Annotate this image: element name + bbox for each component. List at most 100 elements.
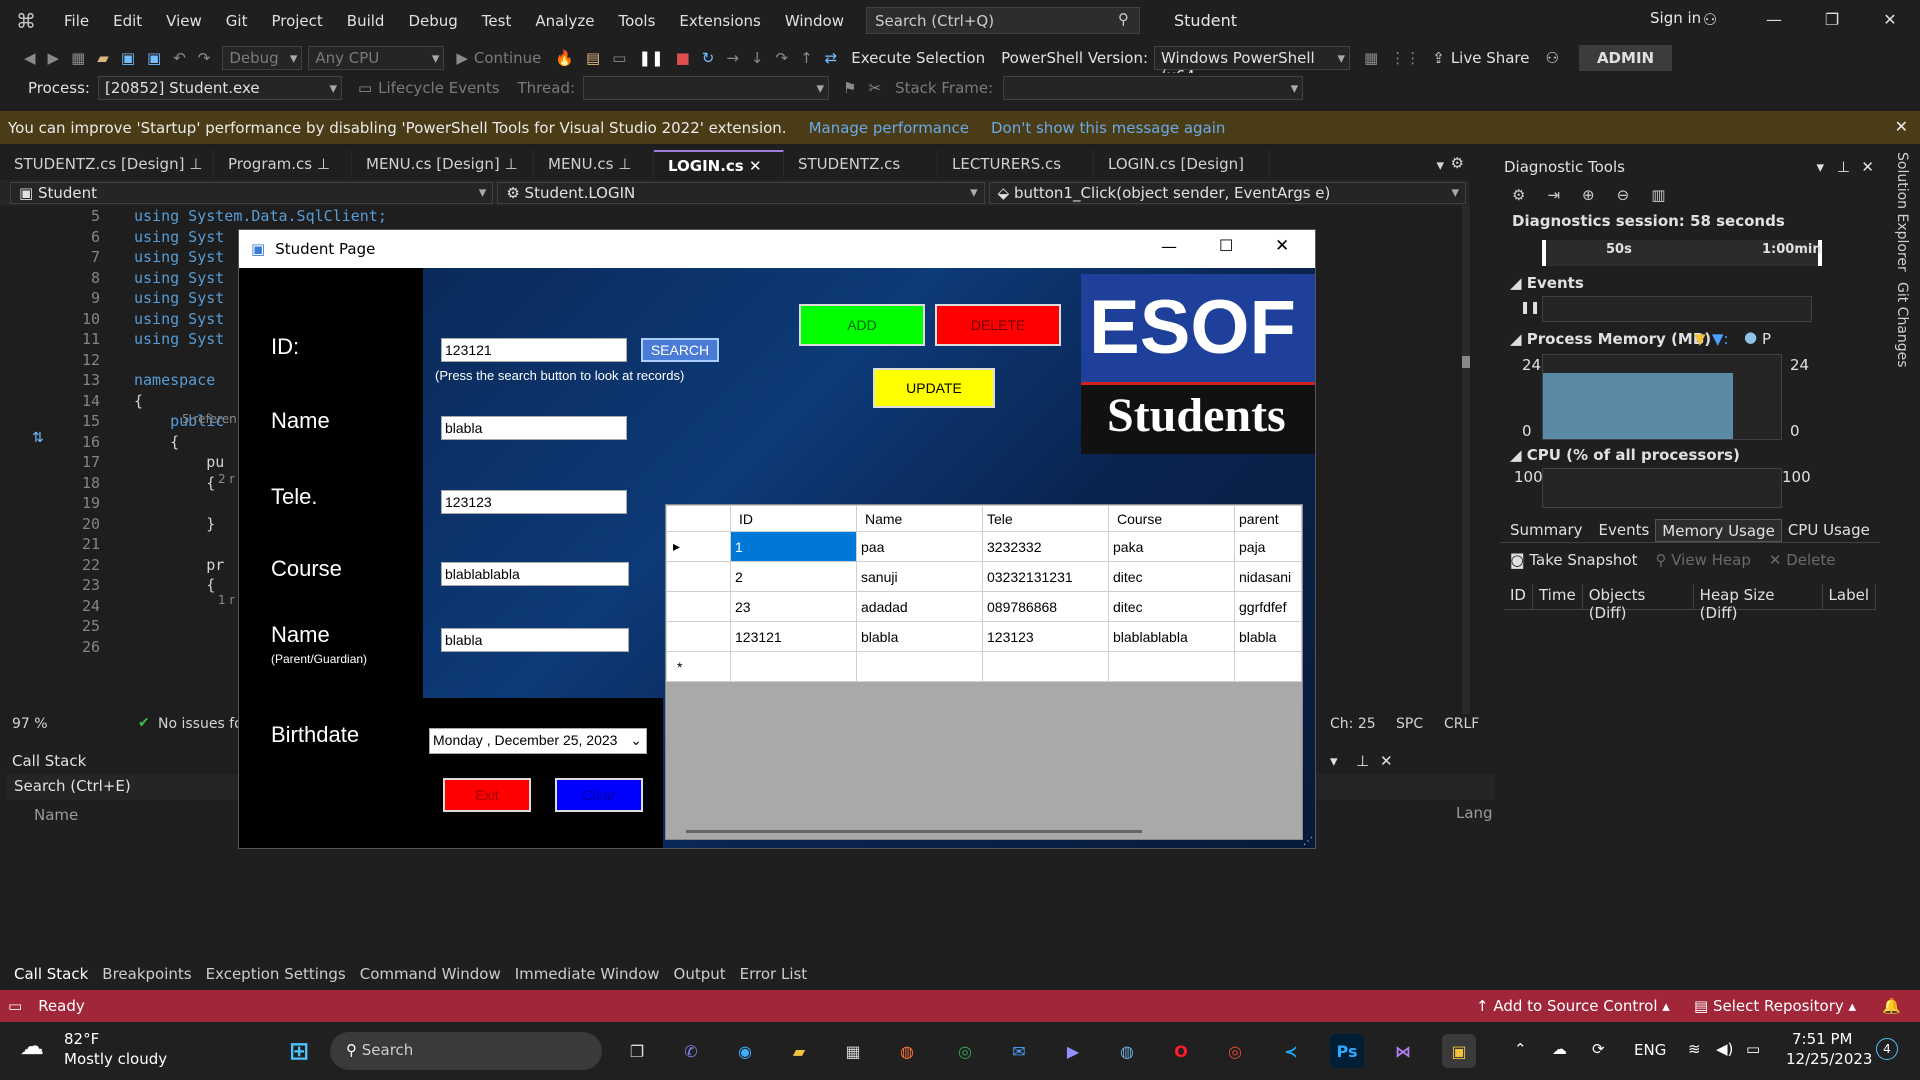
new-project-icon[interactable]: ▦ xyxy=(71,49,85,67)
menu-git[interactable]: Git xyxy=(214,12,260,30)
table-row[interactable]: 123121 blabla 123123 blablablabla blabla xyxy=(666,621,1302,652)
table-row[interactable]: 2 sanuji 03232131231 ditec nidasani xyxy=(666,561,1302,592)
clear-button[interactable]: Clear xyxy=(555,778,643,812)
wifi-icon[interactable]: ≋ xyxy=(1688,1040,1701,1058)
redo-icon[interactable]: ↷ xyxy=(198,49,211,67)
col-header-parent[interactable]: parent xyxy=(1234,505,1302,532)
account-icon[interactable]: ⚇ xyxy=(1690,10,1730,29)
cell[interactable] xyxy=(730,651,857,682)
cell[interactable] xyxy=(1108,651,1235,682)
tab-login[interactable]: LOGIN.cs ✕ xyxy=(654,150,784,178)
menu-view[interactable]: View xyxy=(154,12,214,30)
name-input[interactable] xyxy=(441,416,627,440)
records-grid[interactable]: ID Name Tele Course parent ▸ 1 paa 32323… xyxy=(665,504,1303,840)
pin-icon[interactable]: ⊥ xyxy=(189,155,202,173)
pin-icon[interactable]: ⊥ xyxy=(1356,752,1369,770)
weather-icon[interactable]: ☁ xyxy=(20,1032,44,1060)
pin-icon[interactable]: ⊥ xyxy=(317,155,330,173)
memory-chart[interactable] xyxy=(1542,354,1782,440)
dont-show-link[interactable]: Don't show this message again xyxy=(991,119,1225,137)
close-tab-icon[interactable]: ✕ xyxy=(749,157,762,175)
tab-settings-icon[interactable]: ⚙ xyxy=(1451,154,1464,172)
column-indicator[interactable]: Ch: 25 xyxy=(1330,716,1376,732)
col-header-id[interactable]: ID xyxy=(730,505,857,532)
live-share-button[interactable]: Live Share xyxy=(1451,49,1530,67)
tab-login-design[interactable]: LOGIN.cs [Design] xyxy=(1094,150,1270,178)
minimize-icon[interactable]: — xyxy=(1754,10,1794,29)
toolbar-grid-icon[interactable]: ⋮⋮ xyxy=(1390,49,1420,67)
table-row[interactable]: ▸ 1 paa 3232332 paka paja xyxy=(666,531,1302,562)
menu-file[interactable]: File xyxy=(52,12,101,30)
new-row[interactable]: * xyxy=(666,651,1302,682)
process-select[interactable]: [20852] Student.exe xyxy=(97,76,342,100)
notification-badge[interactable]: 4 xyxy=(1876,1038,1898,1060)
menu-project[interactable]: Project xyxy=(259,12,334,30)
menu-window[interactable]: Window xyxy=(773,12,856,30)
forward-icon[interactable]: ▶ xyxy=(48,49,60,67)
cell[interactable] xyxy=(856,651,983,682)
manage-performance-link[interactable]: Manage performance xyxy=(809,119,969,137)
col-label[interactable]: Label xyxy=(1823,584,1876,609)
firefox-icon[interactable]: ◍ xyxy=(890,1034,924,1068)
cell[interactable]: ditec xyxy=(1108,561,1235,592)
tab-breakpoints[interactable]: Breakpoints xyxy=(102,965,191,983)
cell[interactable]: paa xyxy=(856,531,983,562)
member-dropdown[interactable]: ⬙ button1_Click(object sender, EventArgs… xyxy=(988,182,1466,204)
chrome-icon[interactable]: ◎ xyxy=(948,1034,982,1068)
cell[interactable]: sanuji xyxy=(856,561,983,592)
zoom-in-icon[interactable]: ⊕ xyxy=(1582,186,1595,204)
toolbar-misc-icon[interactable]: ▦ xyxy=(1364,49,1378,67)
cell[interactable]: blabla xyxy=(856,621,983,652)
solution-explorer-tab[interactable]: Solution Explorer xyxy=(1894,152,1910,272)
cell[interactable]: adadad xyxy=(856,591,983,622)
save-icon[interactable]: ▣ xyxy=(121,49,135,67)
language-indicator[interactable]: ENG xyxy=(1634,1041,1666,1059)
row-header[interactable] xyxy=(666,591,731,622)
col-header-name[interactable]: Name xyxy=(856,505,983,532)
execute-selection-button[interactable]: Execute Selection xyxy=(851,49,985,67)
continue-button[interactable]: Continue xyxy=(474,49,541,67)
tab-studentz-design[interactable]: STUDENTZ.cs [Design] ⊥ xyxy=(0,150,214,178)
cpu-section[interactable]: ◢ CPU (% of all processors) xyxy=(1510,446,1740,464)
layout-icon[interactable]: ▭ xyxy=(612,49,626,67)
grid-hscrollbar[interactable] xyxy=(686,830,1142,833)
spacing-indicator[interactable]: SPC xyxy=(1396,716,1423,732)
update-button[interactable]: UPDATE xyxy=(873,368,995,408)
search-button[interactable]: SEARCH xyxy=(641,338,719,362)
pin-icon[interactable]: ⊥ xyxy=(618,155,631,173)
menu-analyze[interactable]: Analyze xyxy=(523,12,606,30)
col-objects[interactable]: Objects (Diff) xyxy=(1583,584,1694,622)
start-icon[interactable]: ⊞ xyxy=(282,1034,316,1068)
row-header[interactable] xyxy=(666,621,731,652)
cell[interactable]: blablablabla xyxy=(1108,621,1235,652)
step-out-icon[interactable]: ↑ xyxy=(800,49,813,67)
export-icon[interactable]: ⇥ xyxy=(1547,186,1560,204)
media-player-icon[interactable]: ▶ xyxy=(1056,1034,1090,1068)
clock-date[interactable]: 12/25/2023 xyxy=(1786,1050,1872,1068)
dropdown-icon[interactable]: ▾ xyxy=(1330,752,1338,770)
codelens-refs[interactable]: 2 r xyxy=(218,472,234,486)
photoshop-icon[interactable]: Ps xyxy=(1330,1034,1364,1068)
table-row[interactable]: 23 adadad 089786868 ditec ggrfdfef xyxy=(666,591,1302,622)
hot-reload-icon[interactable]: 🔥 xyxy=(555,49,574,67)
editor-scrollbar[interactable] xyxy=(1462,206,1470,714)
visual-studio-logo-icon[interactable]: ⌘ xyxy=(0,0,52,42)
col-header-course[interactable]: Course xyxy=(1108,505,1235,532)
exit-button[interactable]: Exit xyxy=(443,778,531,812)
tab-immediate-window[interactable]: Immediate Window xyxy=(515,965,660,983)
timeline-ruler[interactable]: 50s 1:00min xyxy=(1542,240,1822,266)
config-select[interactable]: Debug xyxy=(222,45,303,70)
menu-extensions[interactable]: Extensions xyxy=(667,12,772,30)
notifications-icon[interactable]: 🔔 xyxy=(1882,997,1901,1015)
tab-lecturers[interactable]: LECTURERS.cs xyxy=(938,150,1094,178)
continue-icon[interactable]: ▶ xyxy=(456,49,468,67)
volume-icon[interactable]: ◀) xyxy=(1716,1040,1733,1058)
cell[interactable]: 2 xyxy=(730,561,857,592)
step-over-icon[interactable]: → xyxy=(726,49,739,67)
line-ending-indicator[interactable]: CRLF xyxy=(1444,716,1479,732)
stack-frame-select[interactable] xyxy=(1003,76,1304,100)
live-share-icon[interactable]: ⇪ xyxy=(1432,49,1445,67)
cell[interactable]: 03232131231 xyxy=(982,561,1109,592)
undo-icon[interactable]: ↶ xyxy=(173,49,186,67)
select-repository-button[interactable]: ▤ Select Repository ▴ xyxy=(1694,997,1856,1015)
